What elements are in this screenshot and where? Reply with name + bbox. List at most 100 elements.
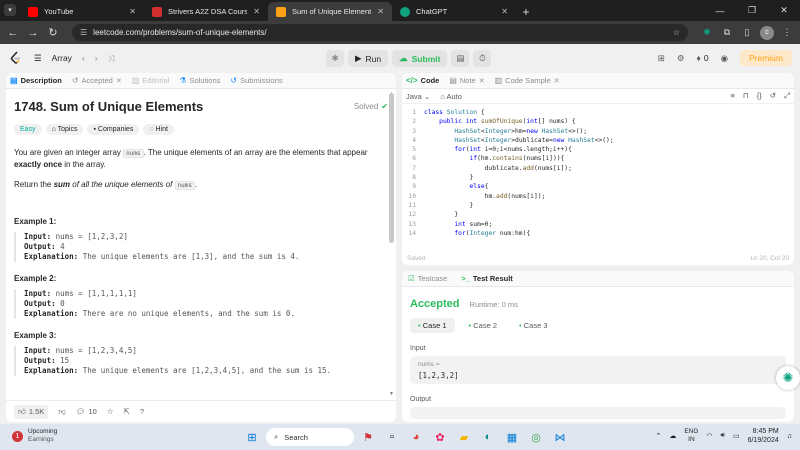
prev-problem-icon[interactable]: ‹ bbox=[82, 53, 85, 63]
tab-search-icon[interactable]: ▾ bbox=[4, 4, 16, 16]
close-tab-icon[interactable]: ✕ bbox=[377, 7, 384, 16]
tab-editorial[interactable]: ▥ Editorial bbox=[132, 76, 170, 85]
flag-app-icon[interactable]: ⚑ bbox=[358, 427, 378, 447]
colorful-app-icon[interactable]: ✿ bbox=[430, 427, 450, 447]
windows-start-icon[interactable]: ⊞ bbox=[242, 427, 262, 447]
minimize-icon[interactable]: — bbox=[704, 0, 736, 21]
browser-tab-leetcode[interactable]: Sum of Unique Elements - Leet ✕ bbox=[268, 2, 392, 21]
like-button[interactable]: 👍︎ 1.5K bbox=[14, 404, 49, 419]
close-tab-icon[interactable]: ✕ bbox=[129, 7, 136, 16]
extension-icon[interactable]: ✺ bbox=[700, 27, 714, 38]
notification-bell-icon[interactable]: ♫ bbox=[787, 433, 792, 440]
extensions-puzzle-icon[interactable]: ⧉ bbox=[720, 27, 734, 38]
back-icon[interactable]: ← bbox=[6, 27, 20, 39]
code-line: 1 class Solution { bbox=[402, 108, 794, 117]
site-info-icon[interactable]: ☰ bbox=[80, 28, 87, 37]
language-indicator[interactable]: ENG IN bbox=[684, 428, 698, 444]
bookmark-icon[interactable]: ⊓ bbox=[743, 91, 749, 101]
browser-tab-striver[interactable]: Strivers A2Z DSA Course/Sheet ✕ bbox=[144, 2, 268, 21]
companies-tag[interactable]: ▪ Companies bbox=[87, 124, 140, 135]
comments-button[interactable]: 💬︎ 10 bbox=[76, 407, 97, 416]
share-icon[interactable]: ⇱ bbox=[124, 407, 130, 416]
reload-icon[interactable]: ↻ bbox=[46, 26, 60, 39]
format-icon[interactable]: ≡ bbox=[730, 91, 734, 101]
code-editor[interactable]: 1 class Solution { 2 public int sumOfUniq… bbox=[402, 104, 794, 238]
close-tab-icon[interactable]: ✕ bbox=[554, 77, 560, 85]
scroll-down-arrow[interactable]: ▼ bbox=[389, 391, 394, 397]
leetcode-logo-icon[interactable] bbox=[10, 51, 22, 65]
notes-button[interactable]: ▤ bbox=[451, 50, 470, 67]
submit-label: Submit bbox=[411, 53, 441, 64]
user-avatar-icon[interactable]: ◉ bbox=[721, 53, 728, 64]
premium-button[interactable]: Premium bbox=[739, 50, 792, 66]
favorite-star-icon[interactable]: ☆ bbox=[107, 407, 114, 416]
maximize-icon[interactable]: ❐ bbox=[736, 0, 768, 21]
case-tab-1[interactable]: • Case 1 bbox=[410, 318, 455, 333]
tab-testcase[interactable]: ☑ Testcase bbox=[408, 274, 447, 283]
cloud-icon[interactable]: ☁ bbox=[669, 432, 676, 440]
news-widget[interactable]: 1 Upcoming Earnings bbox=[12, 428, 57, 444]
shuffle-icon[interactable]: ⤨ bbox=[108, 53, 115, 64]
debug-button[interactable]: ✱ bbox=[326, 50, 344, 67]
address-bar[interactable]: ☰ leetcode.com/problems/sum-of-unique-el… bbox=[72, 24, 688, 41]
bookmark-star-icon[interactable]: ☆ bbox=[673, 28, 680, 37]
hint-tag[interactable]: ◌ Hint bbox=[143, 124, 174, 135]
problem-title[interactable]: 1748. Sum of Unique Elements bbox=[14, 99, 203, 114]
chrome-icon[interactable]: ◎ bbox=[526, 427, 546, 447]
forward-icon[interactable]: → bbox=[26, 27, 40, 39]
chrome-profile-icon[interactable]: ◕ bbox=[406, 427, 426, 447]
file-explorer-icon[interactable]: ▫ bbox=[382, 427, 402, 447]
close-window-icon[interactable]: ✕ bbox=[768, 0, 800, 21]
tab-accepted[interactable]: ↺ Accepted ✕ bbox=[72, 76, 122, 85]
run-button[interactable]: ▶ Run bbox=[348, 50, 389, 67]
speaker-icon[interactable]: 🔊︎ bbox=[721, 432, 725, 440]
tab-note[interactable]: ▤ Note ✕ bbox=[449, 76, 484, 85]
menu-kebab-icon[interactable]: ⋮ bbox=[780, 27, 794, 38]
reset-icon[interactable]: ↺ bbox=[770, 91, 776, 101]
tab-code-sample[interactable]: ▥ Code Sample ✕ bbox=[495, 76, 560, 85]
next-problem-icon[interactable]: › bbox=[95, 53, 98, 63]
dislike-button[interactable]: 👎︎ bbox=[58, 407, 66, 417]
sidepanel-icon[interactable]: ▯ bbox=[740, 27, 754, 38]
tab-test-result[interactable]: >_ Test Result bbox=[461, 274, 512, 283]
submit-button[interactable]: ☁ Submit bbox=[392, 50, 448, 67]
battery-icon[interactable]: ▭ bbox=[733, 432, 740, 440]
tab-submissions[interactable]: ↺ Submissions bbox=[230, 76, 282, 85]
edge-icon[interactable]: ◐ bbox=[478, 427, 498, 447]
tab-code[interactable]: </> Code bbox=[406, 76, 439, 85]
settings-gear-icon[interactable]: ⚙ bbox=[677, 53, 685, 64]
coins-counter[interactable]: ♦ 0 bbox=[696, 53, 708, 63]
help-icon[interactable]: ? bbox=[140, 407, 144, 416]
case-tab-3[interactable]: • Case 3 bbox=[511, 318, 556, 333]
case-tab-2[interactable]: • Case 2 bbox=[461, 318, 506, 333]
braces-icon[interactable]: {} bbox=[757, 91, 762, 101]
close-tab-icon[interactable]: ✕ bbox=[116, 77, 122, 85]
layout-grid-icon[interactable]: ⊞ bbox=[658, 53, 665, 64]
browser-tab-youtube[interactable]: YouTube ✕ bbox=[20, 2, 144, 21]
wifi-icon[interactable]: ◠ bbox=[706, 432, 712, 440]
auto-mode[interactable]: ⌂ Auto bbox=[440, 92, 462, 101]
description-scrollbar[interactable] bbox=[389, 93, 394, 243]
tab-description[interactable]: ▤ Description bbox=[10, 76, 62, 85]
vscode-icon[interactable]: ⋈ bbox=[550, 427, 570, 447]
clock[interactable]: 8:45 PM 6/19/2024 bbox=[748, 427, 779, 445]
list-icon[interactable]: ☰ bbox=[34, 53, 42, 64]
close-tab-icon[interactable]: ✕ bbox=[501, 7, 508, 16]
close-tab-icon[interactable]: ✕ bbox=[479, 77, 485, 85]
taskbar-search[interactable]: ⌕ Search bbox=[266, 428, 354, 446]
profile-avatar[interactable]: c bbox=[760, 25, 774, 40]
close-tab-icon[interactable]: ✕ bbox=[253, 7, 260, 16]
timer-button[interactable]: ⏱ bbox=[473, 50, 492, 67]
topics-tag[interactable]: ⌂ Topics bbox=[45, 124, 84, 135]
new-tab-button[interactable]: + bbox=[516, 2, 536, 21]
fullscreen-icon[interactable]: ⤢ bbox=[784, 91, 790, 101]
store-icon[interactable]: ▦ bbox=[502, 427, 522, 447]
language-select[interactable]: Java ⌄ bbox=[406, 92, 430, 101]
folder-icon[interactable]: ▰ bbox=[454, 427, 474, 447]
tab-solutions[interactable]: ⚗ Solutions bbox=[179, 76, 220, 85]
problem-list-label[interactable]: Array bbox=[52, 53, 72, 63]
chevron-up-icon[interactable]: ⌃ bbox=[655, 432, 661, 440]
striver-icon bbox=[152, 6, 162, 17]
chatgpt-float-icon[interactable]: ✺ bbox=[776, 366, 800, 390]
browser-tab-chatgpt[interactable]: ChatGPT ✕ bbox=[392, 2, 516, 21]
